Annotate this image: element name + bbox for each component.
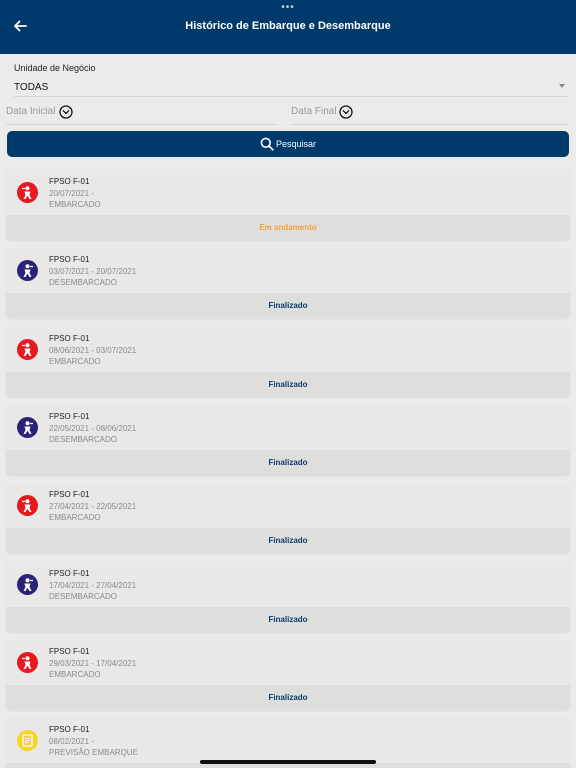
- card-type: PREVISÃO EMBARQUE: [49, 748, 138, 758]
- history-card[interactable]: FPSO F-01 27/04/2021 - 22/05/2021 EMBARCAD…: [6, 483, 570, 554]
- disembark-icon: [17, 573, 38, 595]
- card-dates: 08/02/2021 -: [49, 737, 94, 747]
- card-dates: 08/06/2021 - 03/07/2021: [49, 345, 137, 355]
- card-type: DESEMBARCADO: [49, 591, 118, 601]
- card-unit: FPSO F-01: [49, 411, 90, 421]
- embark-icon: [17, 182, 38, 203]
- card-status: Finalizado: [6, 528, 570, 554]
- card-status: Finalizado: [6, 606, 570, 632]
- disembark-icon: [17, 416, 38, 438]
- embark-icon: [17, 338, 38, 360]
- card-type: EMBARCADO: [49, 513, 101, 523]
- embark-icon: [17, 495, 38, 517]
- card-unit: FPSO F-01: [49, 568, 90, 578]
- card-unit: FPSO F-01: [49, 333, 90, 343]
- card-body: FPSO F-01 08/06/2021 - 03/07/2021 EMBARCAD…: [6, 326, 570, 372]
- card-dates: 29/03/2021 - 17/04/2021: [49, 658, 137, 668]
- card-type: EMBARCADO: [49, 356, 101, 366]
- end-date-field[interactable]: Data Final: [291, 103, 569, 125]
- disembark-icon: [17, 260, 38, 282]
- history-card[interactable]: FPSO F-01 03/07/2021 - 20/07/2021 DESEMBAR…: [6, 248, 570, 319]
- card-status: Finalizado: [6, 293, 570, 319]
- card-dates: 22/05/2021 - 08/06/2021: [49, 423, 137, 433]
- card-dates: 20/07/2021 -: [49, 189, 94, 198]
- card-type: DESEMBARCADO: [49, 434, 118, 444]
- card-status: Em andamento: [6, 215, 570, 240]
- forecast-icon: [17, 730, 38, 752]
- card-body: FPSO F-01 29/03/2021 - 17/04/2021 EMBARCAD…: [6, 639, 570, 685]
- card-body: FPSO F-01 17/04/2021 - 27/04/2021 DESEMBAR…: [6, 561, 570, 607]
- card-status: Finalizado: [6, 371, 570, 397]
- dropdown-caret-icon: [559, 84, 565, 88]
- card-body: FPSO F-01 22/05/2021 - 08/06/2021 DESEMBAR…: [6, 404, 570, 450]
- card-status: Finalizado: [6, 684, 570, 710]
- card-unit: FPSO F-01: [49, 177, 90, 186]
- business-unit-select[interactable]: TODAS: [14, 77, 569, 97]
- start-date-placeholder: Data Inicial: [6, 106, 56, 117]
- start-date-field[interactable]: Data Inicial: [6, 103, 278, 125]
- card-unit: FPSO F-01: [49, 490, 90, 500]
- history-card[interactable]: FPSO F-01 29/03/2021 - 17/04/2021 EMBARCAD…: [6, 639, 570, 710]
- card-type: EMBARCADO: [49, 200, 101, 209]
- history-card[interactable]: FPSO F-01 20/07/2021 - EMBARCADO Em andamen…: [6, 170, 570, 240]
- card-body: FPSO F-01 08/02/2021 - PREVISÃO EMBARQUE: [6, 718, 570, 764]
- card-dates: 03/07/2021 - 20/07/2021: [49, 267, 137, 277]
- history-card[interactable]: FPSO F-01 22/05/2021 - 08/06/2021 DESEMBAR…: [6, 404, 570, 475]
- card-type: EMBARCADO: [49, 669, 101, 679]
- chevron-down-circle-icon: [59, 105, 73, 119]
- card-type: DESEMBARCADO: [49, 278, 118, 288]
- embark-icon: [17, 651, 38, 673]
- card-unit: FPSO F-01: [49, 255, 90, 265]
- card-body: FPSO F-01 20/07/2021 - EMBARCADO: [6, 170, 570, 215]
- business-unit-value: TODAS: [14, 82, 49, 93]
- search-button[interactable]: Pesquisar: [7, 131, 569, 157]
- chevron-down-circle-icon: [339, 105, 353, 119]
- card-unit: FPSO F-01: [49, 725, 90, 735]
- search-button-label: Pesquisar: [275, 139, 317, 149]
- end-date-placeholder: Data Final: [291, 106, 337, 117]
- card-unit: FPSO F-01: [49, 646, 90, 656]
- business-unit-label: Unidade de Negócio: [14, 63, 96, 73]
- search-icon: [260, 137, 274, 151]
- card-dates: 27/04/2021 - 22/05/2021: [49, 502, 137, 512]
- app-screen: ••• Histórico de Embarque e Desembarque …: [0, 0, 576, 768]
- multitask-dots[interactable]: •••: [0, 3, 576, 13]
- card-status: Finalizado: [6, 449, 570, 475]
- home-indicator[interactable]: [200, 760, 376, 764]
- card-body: FPSO F-01 27/04/2021 - 22/05/2021 EMBARCAD…: [6, 483, 570, 529]
- history-card[interactable]: FPSO F-01 08/06/2021 - 03/07/2021 EMBARCAD…: [6, 326, 570, 397]
- card-dates: 17/04/2021 - 27/04/2021: [49, 580, 137, 590]
- top-bar: ••• Histórico de Embarque e Desembarque: [0, 0, 576, 54]
- history-card[interactable]: FPSO F-01 17/04/2021 - 27/04/2021 DESEMBAR…: [6, 561, 570, 632]
- page-title: Histórico de Embarque e Desembarque: [185, 20, 391, 32]
- card-body: FPSO F-01 03/07/2021 - 20/07/2021 DESEMBAR…: [6, 248, 570, 294]
